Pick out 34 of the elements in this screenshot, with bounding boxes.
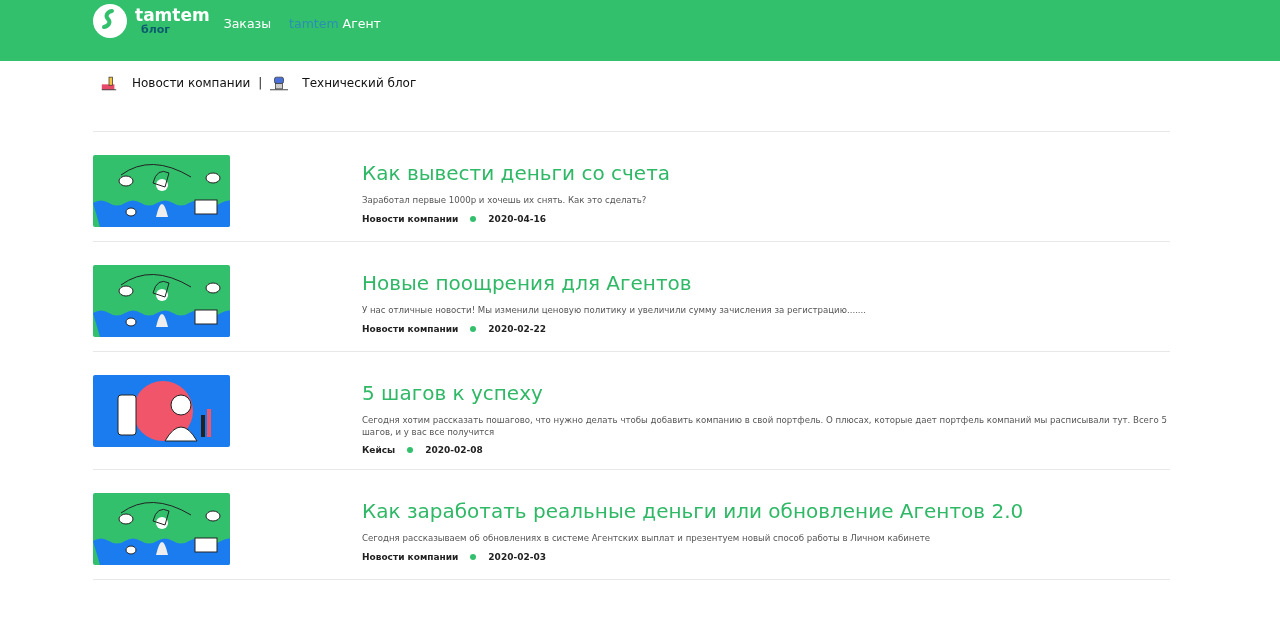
logo-subtitle: блог xyxy=(140,24,172,35)
article-category: Новости компании xyxy=(362,213,459,224)
category-link[interactable]: Новости компании xyxy=(132,76,251,90)
article-summary: Сегодня хотим рассказать пошагово, что нужно делать чтобы добавить компанию в свой портфель. О плюсах, которые дает портфель компаний мы расписывали тут. Всего 5 шагов, и у вас все получится xyxy=(362,415,1168,439)
chess-illustration[interactable] xyxy=(93,265,230,337)
chess-illustration[interactable] xyxy=(93,493,230,566)
article-category: Новости компании xyxy=(362,323,459,334)
article-category: Новости компании xyxy=(362,551,459,562)
category-link[interactable]: Технический блог xyxy=(302,76,417,90)
nav-link[interactable]: tamtem Агент xyxy=(289,16,381,31)
people-illustration[interactable] xyxy=(93,375,230,447)
article-title[interactable]: 5 шагов к успеху xyxy=(362,381,1170,405)
robot-icon xyxy=(270,75,289,91)
separator: | xyxy=(258,76,263,90)
article-title[interactable]: Как заработать реальные деньги или обновление Агентов 2.0 xyxy=(362,499,1024,524)
article-date: 2020-02-08 xyxy=(425,445,483,456)
article-date: 2020-04-16 xyxy=(488,213,546,224)
dot-icon xyxy=(470,325,477,332)
article-date: 2020-02-22 xyxy=(488,323,546,334)
dot-icon xyxy=(470,553,477,560)
chess-illustration[interactable] xyxy=(93,155,230,227)
logo-name: tamtem xyxy=(135,7,210,24)
dot-icon xyxy=(407,447,414,454)
dot-icon xyxy=(470,215,477,222)
article-summary: Заработал первые 1000р и хочешь их снять. Как это сделать? xyxy=(362,195,648,207)
article-date: 2020-02-03 xyxy=(488,551,546,562)
logo-icon xyxy=(93,4,127,38)
factory-icon xyxy=(100,75,118,91)
article-summary: У нас отличные новости! Мы изменили ценовую политику и увеличили сумму зачисления за регистрацию....... xyxy=(362,305,867,317)
article-summary: Сегодня рассказываем об обновлениях в системе Агентских выплат и презентуем новый способ работы в Личном кабинете xyxy=(362,533,932,545)
article-title[interactable]: Как вывести деньги со счета xyxy=(362,161,671,185)
article-category: Кейсы xyxy=(362,445,396,456)
article-title[interactable]: Новые поощрения для Агентов xyxy=(362,271,867,295)
nav-link[interactable]: Заказы xyxy=(223,16,272,31)
